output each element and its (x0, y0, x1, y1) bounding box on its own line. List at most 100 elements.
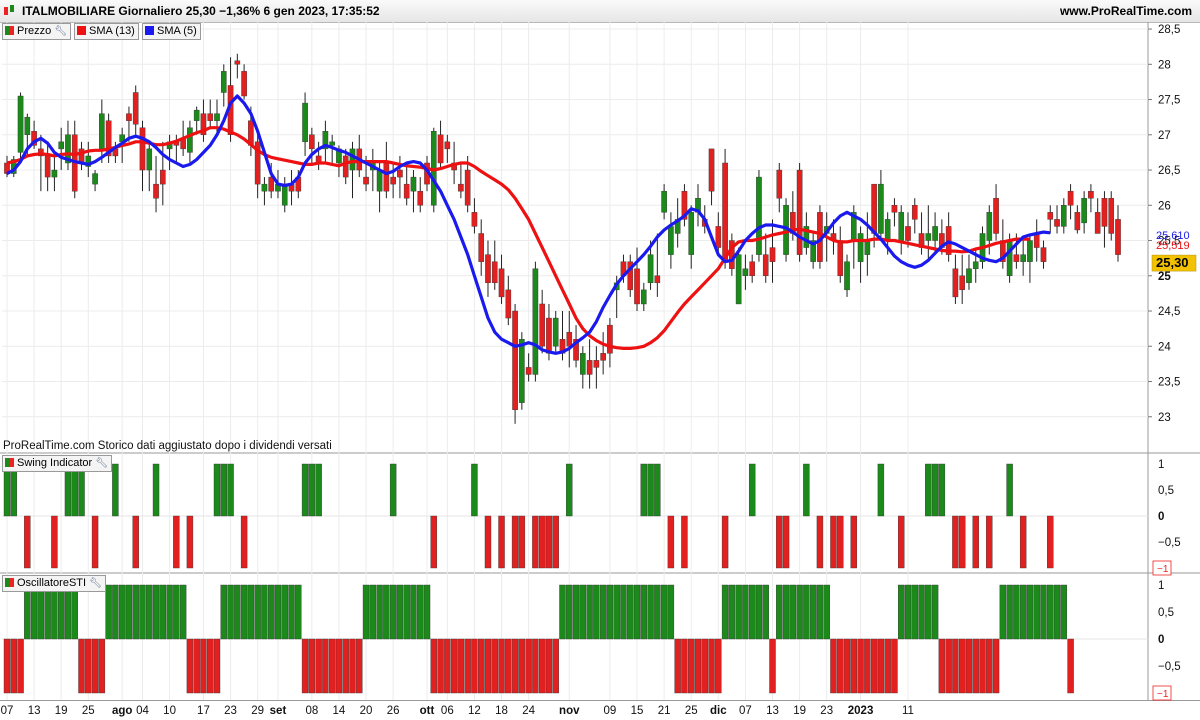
legend-price-label: Prezzo (17, 25, 52, 37)
dividend-adjustment-note: ProRealTime.com Storico dati aggiustato … (3, 440, 332, 452)
oscillator-bar (742, 584, 749, 640)
swing-bar (532, 515, 539, 569)
oscillator-bar (599, 584, 607, 640)
oscillator-bar (78, 638, 85, 694)
sma5-swatch (145, 26, 154, 35)
swing-bar (91, 515, 99, 569)
candle-body (193, 109, 200, 121)
oscillator-bar (606, 584, 614, 640)
wrench-icon[interactable]: 🔧︎ (89, 576, 102, 591)
candle-body (708, 148, 715, 192)
oscillator-bar (281, 584, 288, 640)
oscillator-bar (173, 584, 180, 640)
candle-body (207, 113, 214, 121)
sma13-line (6, 126, 1030, 350)
oscillator-bar (566, 584, 573, 640)
oscillator-bar (112, 584, 119, 640)
oscillator-bar (1026, 584, 1034, 640)
swing-bar (132, 515, 139, 569)
oscillator-bar (620, 584, 627, 640)
sma13-value-label: 25,519 (1156, 240, 1190, 252)
oscillator-bar (417, 584, 424, 640)
time-tick-label: 07 (1, 705, 14, 717)
legend-swing[interactable]: Swing Indicator 🔧︎ (2, 455, 112, 472)
candle-body (1067, 190, 1074, 206)
oscillator-bar (593, 584, 600, 640)
candle-body (762, 254, 769, 276)
candle-body (593, 360, 600, 368)
candle-body (891, 205, 898, 213)
time-tick-label: 11 (902, 705, 914, 717)
swing-bar (227, 463, 234, 517)
time-tick-label: 17 (197, 705, 210, 717)
swing-bar (681, 515, 688, 569)
osc-tick-label: −1 (1157, 689, 1169, 700)
oscillator-bar (911, 584, 918, 640)
time-tick-label: dic (710, 705, 727, 717)
oscillator-bar (701, 638, 708, 694)
legend-price[interactable]: Prezzo 🔧︎ (2, 23, 71, 40)
candle-body (146, 148, 153, 171)
oscillator-bar (396, 584, 404, 640)
oscillator-bar (464, 638, 471, 694)
oscillator-bar (186, 638, 194, 694)
swing-bar (498, 515, 505, 569)
candle-body (607, 324, 613, 354)
swing-bar (186, 515, 194, 569)
oscillator-bar (91, 638, 99, 694)
legend-oscillator[interactable]: OscillatoreSTI 🔧︎ (2, 575, 106, 592)
oscillator-bar (809, 584, 817, 640)
candle-body (539, 303, 545, 347)
oscillator-bar (755, 584, 763, 640)
time-tick-label: 08 (305, 705, 318, 717)
wrench-icon[interactable]: 🔧︎ (54, 24, 67, 39)
oscillator-bar (383, 584, 390, 640)
price-tick-label: 24 (1158, 341, 1171, 353)
oscillator-bar (44, 584, 51, 640)
oscillator-bar (240, 584, 248, 640)
swing-bar (837, 515, 844, 569)
candle-body (735, 254, 742, 305)
swing-bar (925, 463, 932, 517)
candle-body (966, 268, 972, 284)
candle-body (1033, 233, 1040, 248)
price-tick-label: 23,5 (1158, 377, 1180, 389)
candle-body (1101, 198, 1108, 227)
swing-bar (938, 463, 946, 517)
oscillator-bar (335, 638, 343, 694)
chart-area[interactable]: 2323,52424,52525,52626,52727,52828,525,6… (0, 0, 1200, 720)
candle-body (464, 169, 471, 206)
candle-body (187, 127, 193, 153)
oscillator-bar (1047, 584, 1054, 640)
candle-body (871, 183, 877, 234)
swing-swatch (5, 458, 14, 467)
candle-body (410, 176, 417, 192)
oscillator-bar (837, 638, 844, 694)
oscillator-bar (30, 584, 38, 640)
swing-bar (545, 515, 553, 569)
legend-sma13[interactable]: SMA (13) (74, 23, 139, 40)
candle-body (126, 113, 132, 121)
oscillator-bar (843, 638, 851, 694)
candle-body (1061, 205, 1067, 227)
wrench-icon[interactable]: 🔧︎ (95, 456, 108, 471)
candle-body (1027, 240, 1033, 262)
oscillator-bar (234, 584, 241, 640)
time-tick-label: 29 (251, 705, 264, 717)
oscillator-bar (640, 584, 647, 640)
oscillator-bar (457, 638, 465, 694)
time-tick-label: 25 (82, 705, 95, 717)
candle-body (1074, 212, 1081, 231)
oscillator-bar (24, 584, 31, 640)
candle-body (376, 169, 383, 192)
candle-body (600, 353, 606, 361)
oscillator-bar (389, 584, 397, 640)
candle-body (342, 155, 349, 178)
legend-sma5[interactable]: SMA (5) (142, 23, 201, 40)
oscillator-bar (1040, 584, 1047, 640)
swing-bar (776, 515, 783, 569)
swing-bar (301, 463, 309, 517)
swing-bar (830, 515, 837, 569)
oscillator-bar (484, 638, 492, 694)
swing-bar (898, 515, 905, 569)
